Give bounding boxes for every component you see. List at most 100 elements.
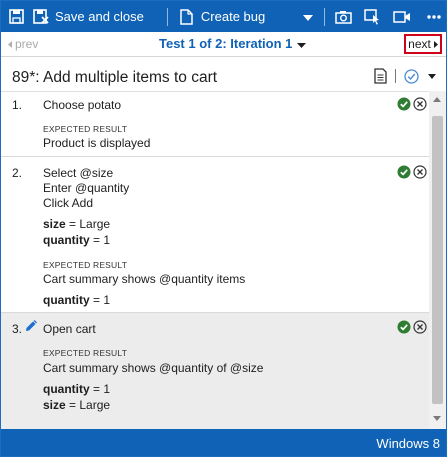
new-document-icon: [180, 8, 193, 25]
outcome-button[interactable]: [404, 68, 419, 84]
iteration-nav-bar: prev Test 1 of 2: Iteration 1 next: [1, 32, 446, 57]
param-equals: =: [89, 382, 104, 396]
toolbar-divider: [166, 7, 168, 26]
param-name: size: [43, 398, 66, 412]
toolbar-divider: [324, 7, 326, 26]
next-label: next: [408, 37, 431, 51]
param-equals: =: [65, 217, 80, 231]
pass-step-button[interactable]: [397, 320, 411, 334]
step-parameter: quantity = 1: [43, 293, 110, 308]
caret-down-icon: [303, 9, 314, 24]
caret-down-icon: [297, 36, 307, 51]
video-camera-icon: [393, 10, 411, 23]
scrollbar-thumb[interactable]: [432, 116, 443, 404]
param-name: size: [43, 217, 66, 231]
prev-button[interactable]: prev: [8, 37, 38, 51]
test-step-active[interactable]: 3. Open cart EXPECTED RESULT Cart summar…: [1, 313, 429, 429]
test-step[interactable]: 2. Select @size Enter @quantity Click Ad…: [1, 157, 429, 313]
status-bar: Windows 8: [1, 429, 446, 456]
param-value: 1: [103, 233, 111, 247]
test-case-title: 89*: Add multiple items to cart: [12, 69, 218, 86]
prev-label: prev: [15, 37, 39, 51]
expected-result-label: EXPECTED RESULT: [43, 348, 128, 358]
screen-capture-icon: [364, 8, 381, 25]
save-and-close-button[interactable]: Save and close: [33, 1, 144, 32]
step-number: 3.: [12, 322, 23, 336]
test-case-header: 89*: Add multiple items to cart: [1, 58, 446, 91]
expected-result-text: Product is displayed: [43, 136, 151, 150]
param-equals: =: [65, 398, 80, 412]
expected-result-label: EXPECTED RESULT: [43, 260, 128, 270]
fail-step-button[interactable]: [413, 165, 427, 179]
param-equals: =: [89, 293, 104, 307]
create-bug-button[interactable]: Create bug: [180, 1, 265, 32]
next-button[interactable]: next: [404, 34, 442, 54]
title-tools-divider: [395, 69, 396, 83]
fail-step-button[interactable]: [413, 97, 427, 111]
save-menu-button[interactable]: [9, 1, 24, 32]
step-action: Open cart: [43, 322, 96, 336]
save-icon: [9, 9, 24, 24]
expected-result-text: Cart summary shows @quantity items: [43, 272, 246, 286]
step-outcome-buttons: [397, 165, 427, 179]
param-name: quantity: [43, 293, 90, 307]
more-dots-icon: [427, 14, 441, 19]
step-number: 1.: [12, 98, 23, 112]
edit-pencil-icon[interactable]: [25, 319, 38, 332]
step-parameter: size = Large: [43, 217, 110, 232]
param-equals: =: [89, 233, 104, 247]
fail-x-icon: [413, 97, 427, 111]
pass-step-button[interactable]: [397, 97, 411, 111]
title-tools: [374, 68, 436, 84]
caret-down-icon: [428, 73, 436, 79]
step-action-line: Enter @quantity: [43, 181, 130, 195]
fail-x-icon: [413, 320, 427, 334]
iteration-selector[interactable]: Test 1 of 2: Iteration 1: [159, 36, 307, 51]
more-options-button[interactable]: [427, 1, 441, 32]
step-action-line: Select @size: [43, 166, 114, 180]
outcome-dropdown[interactable]: [428, 73, 436, 79]
pass-step-button[interactable]: [397, 165, 411, 179]
param-value: 1: [103, 382, 111, 396]
comment-button[interactable]: [374, 68, 387, 84]
pass-check-icon: [397, 97, 411, 111]
caret-right-icon: [433, 37, 438, 51]
capture-actions-button[interactable]: [364, 1, 381, 32]
screenshot-button[interactable]: [335, 1, 352, 32]
param-value: Large: [79, 398, 111, 412]
step-number: 2.: [12, 166, 23, 180]
step-action: Choose potato: [43, 98, 122, 112]
param-value: Large: [79, 217, 111, 231]
toolbar: Save and close Create bug: [1, 1, 446, 32]
fail-step-button[interactable]: [413, 320, 427, 334]
test-step[interactable]: 1. Choose potato EXPECTED RESULT Product…: [1, 92, 429, 157]
create-bug-dropdown[interactable]: [303, 1, 314, 32]
test-runner-window: Save and close Create bug prev Test 1 of…: [0, 0, 447, 457]
scroll-up-arrow-icon[interactable]: [433, 97, 441, 102]
param-value: 1: [103, 293, 111, 307]
test-steps-list: 1. Choose potato EXPECTED RESULT Product…: [1, 91, 429, 429]
document-lines-icon: [374, 68, 387, 84]
expected-result-label: EXPECTED RESULT: [43, 124, 128, 134]
fail-x-icon: [413, 165, 427, 179]
record-video-button[interactable]: [393, 1, 411, 32]
step-outcome-buttons: [397, 320, 427, 334]
status-text: Windows 8: [376, 436, 440, 451]
pass-check-icon: [397, 320, 411, 334]
caret-left-icon: [8, 37, 12, 51]
step-parameter: size = Large: [43, 398, 110, 413]
scroll-down-arrow-icon[interactable]: [433, 416, 441, 421]
pass-check-icon: [397, 165, 411, 179]
param-name: quantity: [43, 233, 90, 247]
vertical-scrollbar[interactable]: [429, 91, 446, 429]
step-parameter: quantity = 1: [43, 233, 110, 248]
step-action-line: Click Add: [43, 196, 94, 210]
param-name: quantity: [43, 382, 90, 396]
step-parameter: quantity = 1: [43, 382, 110, 397]
camera-icon: [335, 10, 352, 24]
save-and-close-label: Save and close: [55, 9, 144, 24]
iteration-label: Test 1 of 2: Iteration 1: [159, 36, 293, 51]
save-close-icon: [33, 9, 49, 24]
expected-result-text: Cart summary shows @quantity of @size: [43, 361, 264, 375]
create-bug-label: Create bug: [200, 9, 266, 24]
